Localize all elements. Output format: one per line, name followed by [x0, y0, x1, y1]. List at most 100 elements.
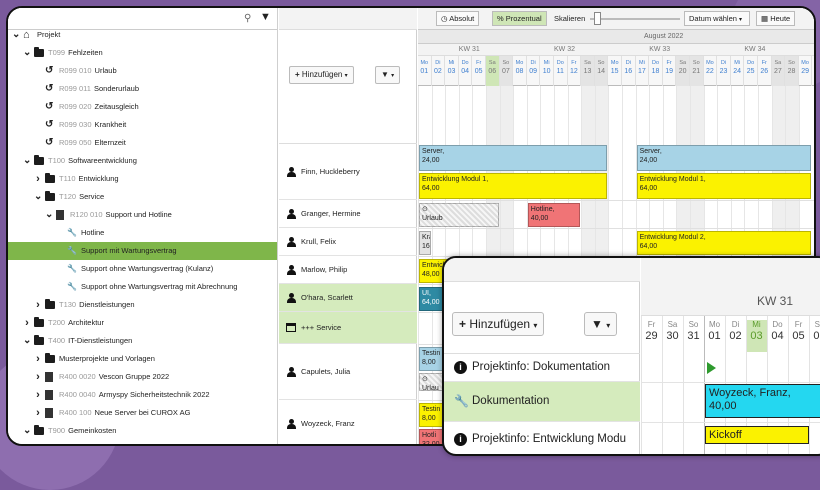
- filter-button[interactable]: ▼ ▾: [375, 66, 401, 84]
- day-column-header[interactable]: Sa 13: [581, 56, 595, 86]
- zoom-day-header[interactable]: Mo 01: [704, 320, 725, 352]
- tree-item[interactable]: › T110 Entwicklung: [8, 170, 277, 188]
- resource-row[interactable]: Capulets, Julia: [279, 344, 417, 400]
- zoom-day-header[interactable]: Fr 29: [641, 320, 662, 352]
- today-button[interactable]: ▦ Heute: [756, 11, 796, 26]
- day-column-header[interactable]: Do 04: [459, 56, 473, 86]
- schedule-bar[interactable]: Krankl 16,00: [419, 231, 431, 255]
- schedule-bar[interactable]: Testin 8,00: [419, 347, 445, 371]
- chevron-down-icon[interactable]: ⌄: [23, 152, 31, 170]
- zoom-bar-kickoff[interactable]: Kickoff: [705, 426, 809, 444]
- filter-icon[interactable]: ▼: [260, 11, 272, 25]
- day-column-header[interactable]: Mo 22: [704, 56, 718, 86]
- day-column-header[interactable]: So 21: [690, 56, 704, 86]
- schedule-bar[interactable]: Entwicklung Modul 1, 64,00: [636, 173, 812, 199]
- tree-item[interactable]: ⌄ T400 IT-Dienstleistungen: [8, 332, 277, 350]
- absolut-toggle[interactable]: ◷ Absolut: [436, 11, 480, 26]
- chevron-right-icon[interactable]: ›: [34, 386, 42, 404]
- day-column-header[interactable]: Mi 17: [636, 56, 650, 86]
- zoom-day-header[interactable]: Fr 05: [788, 320, 809, 352]
- zoom-day-header[interactable]: Do 04: [767, 320, 788, 352]
- tree-item[interactable]: › T200 Architektur: [8, 314, 277, 332]
- resource-row[interactable]: Finn, Huckleberry: [279, 144, 417, 200]
- day-column-header[interactable]: Fr 19: [663, 56, 677, 86]
- day-column-header[interactable]: So 28: [785, 56, 799, 86]
- schedule-bar[interactable]: Entwicklung Modul 2, 64,00: [636, 231, 812, 255]
- day-column-header[interactable]: Fr 12: [568, 56, 582, 86]
- resource-row[interactable]: O'hara, Scarlett: [279, 284, 417, 312]
- day-column-header[interactable]: Di 23: [717, 56, 731, 86]
- schedule-bar[interactable]: ⊙ Urlaub: [419, 203, 499, 227]
- day-column-header[interactable]: Mi 03: [445, 56, 459, 86]
- chevron-down-icon[interactable]: ⌄: [23, 44, 31, 62]
- chevron-down-icon[interactable]: ⌄: [23, 422, 31, 440]
- day-column-header[interactable]: Do 18: [649, 56, 663, 86]
- tree-item[interactable]: › T130 Dienstleistungen: [8, 296, 277, 314]
- zoom-row[interactable]: 🔧 Dokumentation: [444, 382, 640, 422]
- chevron-right-icon[interactable]: ›: [34, 404, 42, 422]
- tree-item[interactable]: ⌄ T900 Gemeinkosten: [8, 422, 277, 440]
- zoom-bar-woyzeck[interactable]: Woyzeck, Franz, 40,00: [705, 384, 820, 418]
- day-column-header[interactable]: Sa 06: [486, 56, 500, 86]
- day-column-header[interactable]: Di 02: [432, 56, 446, 86]
- resource-row[interactable]: Marlow, Philip: [279, 256, 417, 284]
- schedule-bar[interactable]: Server, 24,00: [636, 145, 812, 171]
- day-column-header[interactable]: Mo 15: [608, 56, 622, 86]
- tree-item[interactable]: ⌄ T100 Softwareentwicklung: [8, 152, 277, 170]
- zoom-row[interactable]: i Projektinfo: Entwicklung Modu: [444, 422, 640, 454]
- tree-item[interactable]: › R400 0040 Armyspy Sicherheitstechnik 202…: [8, 386, 277, 404]
- zoom-day-header[interactable]: Sa 30: [662, 320, 683, 352]
- zoom-filter-button[interactable]: ▼ ▾: [584, 312, 618, 336]
- add-button[interactable]: + Hinzufügen ▾: [289, 66, 354, 84]
- resource-row[interactable]: Krull, Felix: [279, 228, 417, 256]
- prozentual-toggle[interactable]: % Prozentual: [492, 11, 547, 26]
- tree-item[interactable]: ⌄ ⌂ Projekt: [8, 26, 277, 44]
- day-column-header[interactable]: So 07: [499, 56, 514, 86]
- resource-row[interactable]: +++ Service: [279, 312, 417, 344]
- chevron-right-icon[interactable]: ›: [34, 368, 42, 386]
- tree-item[interactable]: › R400 100 Neue Server bei CUROX AG: [8, 404, 277, 422]
- date-select[interactable]: Datum wählen ▾: [684, 11, 750, 26]
- day-column-header[interactable]: Fr 26: [758, 56, 772, 86]
- tree-item[interactable]: ↺ R099 011 Sonderurlaub: [8, 80, 277, 98]
- chevron-down-icon[interactable]: ⌄: [12, 26, 20, 44]
- tree-item[interactable]: ⌄ T120 Service: [8, 188, 277, 206]
- schedule-bar[interactable]: Hotline, 40,00: [527, 203, 581, 227]
- tree-item[interactable]: › Musterprojekte und Vorlagen: [8, 350, 277, 368]
- tree-item[interactable]: ↺ R099 010 Urlaub: [8, 62, 277, 80]
- day-column-header[interactable]: Sa 20: [676, 56, 690, 86]
- chevron-down-icon[interactable]: ⌄: [23, 332, 31, 350]
- tree-item[interactable]: ⌄ T099 Fehlzeiten: [8, 44, 277, 62]
- schedule-bar[interactable]: ⊙ Urlau: [419, 373, 445, 391]
- scale-slider-thumb[interactable]: [594, 12, 601, 25]
- search-icon[interactable]: ⚲: [244, 13, 251, 24]
- day-column-header[interactable]: Do 25: [744, 56, 758, 86]
- tree-item[interactable]: ↺ R099 020 Zeitausgleich: [8, 98, 277, 116]
- schedule-bar[interactable]: Entwicklung Modul 1, 64,00: [419, 173, 608, 199]
- chevron-right-icon[interactable]: ›: [23, 314, 31, 332]
- day-column-header[interactable]: Di 16: [622, 56, 636, 86]
- zoom-day-header[interactable]: Mi 03: [746, 320, 767, 352]
- resource-row[interactable]: Granger, Hermine: [279, 200, 417, 228]
- schedule-bar[interactable]: Hotli 32,00: [419, 429, 445, 444]
- day-column-header[interactable]: Mi 10: [540, 56, 554, 86]
- tree-item[interactable]: 🔧 Support ohne Wartungsvertrag (Kulanz): [8, 260, 277, 278]
- day-column-header[interactable]: So 14: [594, 56, 609, 86]
- zoom-day-header[interactable]: So 31: [683, 320, 704, 352]
- schedule-bar[interactable]: Server, 24,00: [419, 145, 608, 171]
- tree-item[interactable]: ↺ R099 030 Krankheit: [8, 116, 277, 134]
- scale-slider-track[interactable]: [590, 18, 680, 20]
- day-column-header[interactable]: Mo 01: [418, 56, 432, 86]
- zoom-day-header[interactable]: Di 02: [725, 320, 746, 352]
- day-column-header[interactable]: Mi 24: [731, 56, 745, 86]
- day-column-header[interactable]: Mo 08: [513, 56, 527, 86]
- tree-item[interactable]: › R400 0020 Vescon Gruppe 2022: [8, 368, 277, 386]
- tree-item[interactable]: 🔧 Hotline: [8, 224, 277, 242]
- chevron-right-icon[interactable]: ›: [34, 296, 42, 314]
- schedule-bar[interactable]: Testin 8,00: [419, 403, 445, 427]
- tree-item[interactable]: 🔧 Support mit Wartungsvertrag: [8, 242, 277, 260]
- tree-item[interactable]: ↺ R099 050 Elternzeit: [8, 134, 277, 152]
- zoom-day-header[interactable]: Sa06: [809, 320, 820, 352]
- day-column-header[interactable]: Do 11: [554, 56, 568, 86]
- tree-item[interactable]: ⌄ R120 010 Support und Hotline: [8, 206, 277, 224]
